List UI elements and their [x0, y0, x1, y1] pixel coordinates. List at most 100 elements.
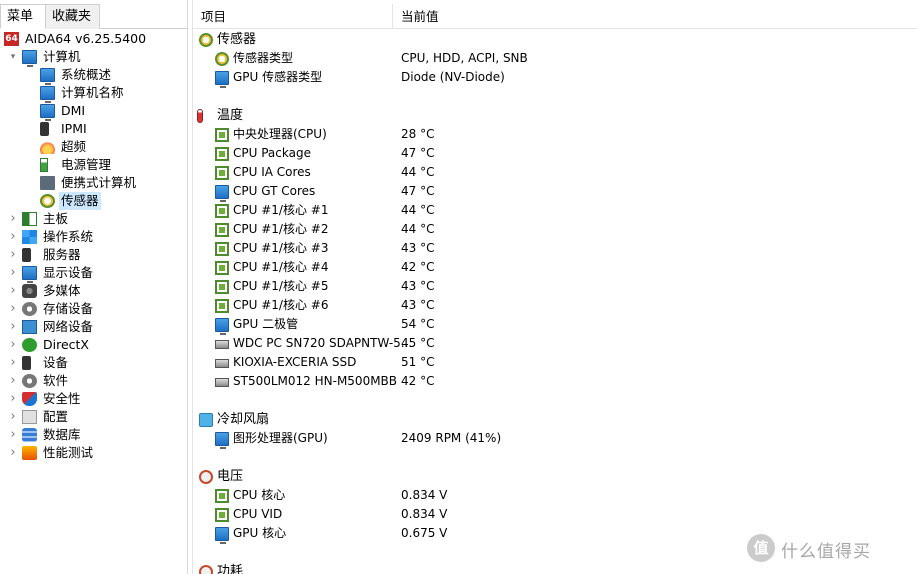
sensor-row[interactable]: CPU Package 47 °C — [193, 144, 917, 163]
sensor-row[interactable]: CPU #1/核心 #6 43 °C — [193, 296, 917, 315]
sensor-name: CPU #1/核心 #1 — [233, 203, 329, 217]
sensor-row[interactable]: CPU #1/核心 #5 43 °C — [193, 277, 917, 296]
sensor-value: 2409 RPM (41%) — [401, 431, 502, 445]
sensor-name: CPU GT Cores — [233, 184, 316, 198]
sensor-value: 42 °C — [401, 260, 435, 274]
sensor-value: 44 °C — [401, 203, 435, 217]
chip-icon — [215, 261, 229, 275]
chevron-right-icon[interactable]: › — [8, 336, 18, 354]
tree-item[interactable]: 计算机名称 — [0, 84, 187, 103]
tree-item-label: 电源管理 — [61, 157, 112, 172]
chevron-right-icon[interactable]: › — [8, 354, 18, 372]
chevron-right-icon[interactable]: › — [8, 246, 18, 264]
sensor-value: 0.834 V — [401, 507, 448, 521]
column-header: 项目 当前值 — [193, 4, 917, 29]
sensor-row[interactable]: CPU IA Cores 44 °C — [193, 163, 917, 182]
computer-icon — [22, 50, 37, 67]
sensor-row[interactable]: 图形处理器(GPU) 2409 RPM (41%) — [193, 429, 917, 449]
shield-icon — [22, 392, 37, 406]
tree-item-label: 性能测试 — [43, 445, 94, 460]
chevron-right-icon[interactable]: › — [8, 228, 18, 246]
voltage-icon — [199, 565, 213, 574]
chevron-right-icon[interactable]: › — [8, 390, 18, 408]
sensor-row[interactable]: CPU #1/核心 #1 44 °C — [193, 201, 917, 220]
sensor-gauge-icon — [215, 52, 229, 66]
tree-item[interactable]: › 主板 — [0, 210, 187, 228]
chevron-right-icon[interactable]: › — [8, 264, 18, 282]
sensor-name: GPU 传感器类型 — [233, 70, 323, 84]
motherboard-icon — [22, 212, 37, 226]
software-icon — [22, 374, 37, 388]
sensor-row[interactable]: GPU 二极管 54 °C — [193, 315, 917, 335]
tree-item[interactable]: 超频 — [0, 138, 187, 156]
tree-item[interactable]: DMI — [0, 102, 187, 121]
category-row[interactable]: 温度 — [193, 106, 917, 125]
category-row[interactable]: 冷却风扇 — [193, 410, 917, 429]
sensor-value: 43 °C — [401, 279, 435, 293]
tree-item[interactable]: › DirectX — [0, 336, 187, 354]
xbox-icon — [22, 338, 37, 352]
category-row[interactable]: 传感器 — [193, 30, 917, 49]
tree-item[interactable]: IPMI — [0, 120, 187, 138]
tree-item[interactable]: 系统概述 — [0, 66, 187, 85]
sensor-value: CPU, HDD, ACPI, SNB — [401, 51, 528, 65]
sensor-value: 0.675 V — [401, 526, 448, 540]
tree-item[interactable]: › 数据库 — [0, 426, 187, 444]
chevron-right-icon[interactable]: › — [8, 444, 18, 462]
chip-icon — [215, 489, 229, 503]
category-label: 传感器 — [217, 32, 257, 47]
row-spacer — [193, 391, 917, 410]
monitor-icon — [40, 104, 55, 121]
tree-item[interactable]: › 软件 — [0, 372, 187, 390]
sensor-name: CPU #1/核心 #5 — [233, 279, 329, 293]
tree-item[interactable]: › 安全性 — [0, 390, 187, 408]
tree-item[interactable]: › 配置 — [0, 408, 187, 426]
chevron-right-icon[interactable]: › — [8, 282, 18, 300]
chevron-right-icon[interactable]: › — [8, 408, 18, 426]
storage-icon — [22, 302, 37, 316]
tree-item[interactable]: › 显示设备 — [0, 264, 187, 283]
chevron-right-icon[interactable]: › — [8, 210, 18, 228]
sensor-row[interactable]: CPU #1/核心 #4 42 °C — [193, 258, 917, 277]
chevron-right-icon[interactable]: › — [8, 426, 18, 444]
chevron-down-icon[interactable]: ▾ — [8, 48, 18, 66]
database-icon — [22, 428, 37, 442]
sensor-row[interactable]: CPU #1/核心 #2 44 °C — [193, 220, 917, 239]
tree-item[interactable]: › 存储设备 — [0, 300, 187, 318]
column-header-item[interactable]: 项目 — [193, 4, 393, 29]
tab-favorites[interactable]: 收藏夹 — [46, 4, 100, 29]
sensor-value: 47 °C — [401, 146, 435, 160]
tree-item[interactable]: 电源管理 — [0, 156, 187, 174]
tree-item[interactable]: › 性能测试 — [0, 444, 187, 462]
sensor-row[interactable]: CPU 核心 0.834 V — [193, 486, 917, 505]
tree-item[interactable]: › 设备 — [0, 354, 187, 372]
sensor-row[interactable]: WDC PC SN720 SDAPNTW-5... 45 °C — [193, 334, 917, 353]
tree-item[interactable]: 传感器 — [0, 192, 187, 210]
sensor-row[interactable]: CPU #1/核心 #3 43 °C — [193, 239, 917, 258]
sensor-row[interactable]: CPU GT Cores 47 °C — [193, 182, 917, 202]
sensor-row[interactable]: 传感器类型 CPU, HDD, ACPI, SNB — [193, 49, 917, 68]
tree-item[interactable]: › 多媒体 — [0, 282, 187, 300]
sensor-row[interactable]: 中央处理器(CPU) 28 °C — [193, 125, 917, 144]
sensor-row[interactable]: ST500LM012 HN-M500MBB 42 °C — [193, 372, 917, 391]
chevron-right-icon[interactable]: › — [8, 300, 18, 318]
chevron-right-icon[interactable]: › — [8, 372, 18, 390]
drive-icon — [215, 359, 229, 368]
sensor-row[interactable]: GPU 传感器类型 Diode (NV-Diode) — [193, 68, 917, 88]
aida64-icon: 64 — [4, 32, 19, 46]
tree-item-label: 便携式计算机 — [61, 175, 137, 190]
tree-item[interactable]: 便携式计算机 — [0, 174, 187, 192]
tab-menu[interactable]: 菜单 — [0, 4, 46, 29]
tree-item[interactable]: › 网络设备 — [0, 318, 187, 336]
device-icon — [22, 356, 31, 370]
chevron-right-icon[interactable]: › — [8, 318, 18, 336]
tree-item-label: IPMI — [61, 121, 87, 136]
category-row[interactable]: 电压 — [193, 467, 917, 486]
column-header-value[interactable]: 当前值 — [393, 4, 917, 29]
sensor-row[interactable]: KIOXIA-EXCERIA SSD 51 °C — [193, 353, 917, 372]
tree-item[interactable]: ▾ 计算机 — [0, 48, 187, 67]
tree-item[interactable]: › 服务器 — [0, 246, 187, 264]
tree-item[interactable]: 64 AIDA64 v6.25.5400 — [0, 30, 187, 48]
sensor-row[interactable]: CPU VID 0.834 V — [193, 505, 917, 524]
tree-item[interactable]: › 操作系统 — [0, 228, 187, 246]
